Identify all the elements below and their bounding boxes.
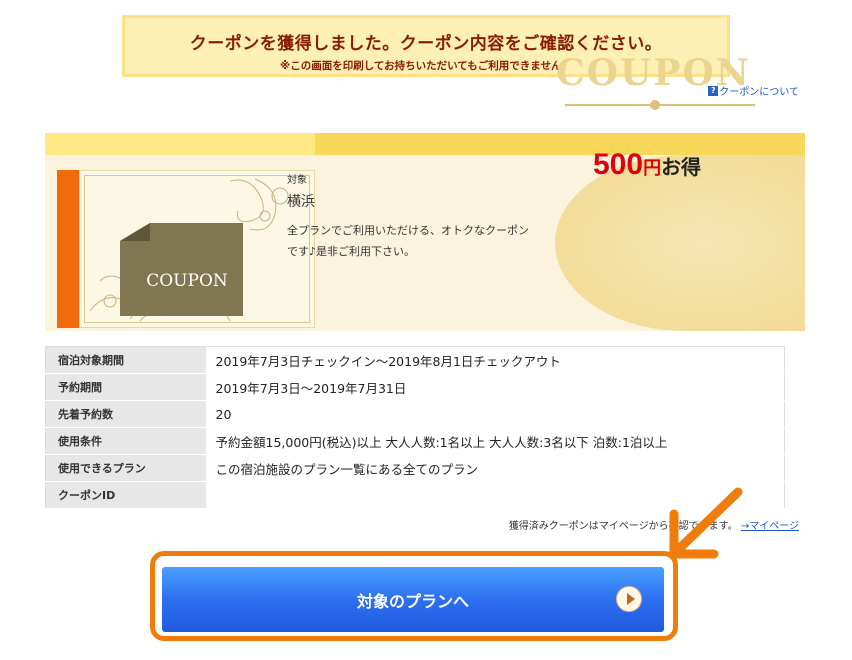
table-row: 使用できるプラン この宿泊施設のプラン一覧にある全てのプラン: [45, 454, 785, 482]
pointer-arrow-icon: [669, 487, 743, 559]
banner-title: クーポンを獲得しました。クーポン内容をご確認ください。: [189, 34, 663, 54]
coupon-image: COUPON: [79, 170, 315, 328]
row-value: 2019年7月3日チェックイン〜2019年8月1日チェックアウト: [205, 346, 785, 374]
coupon-info: 対象 横浜 全プランでご利用いただける、オトクなクーポンです♪是非ご利用下さい。: [287, 171, 537, 262]
row-value: 予約金額15,000円(税込)以上 大人人数:1名以上 大人人数:3名以下 泊数…: [205, 427, 785, 455]
target-plans-label: 対象のプランへ: [356, 591, 469, 611]
target-value: 横浜: [287, 194, 315, 210]
row-label: 使用条件: [45, 427, 206, 455]
row-value: 20: [205, 400, 785, 428]
watermark-divider: [565, 104, 755, 106]
coupon-description: 全プランでご利用いただける、オトクなクーポンです♪是非ご利用下さい。: [287, 224, 529, 258]
price-deal: お得: [661, 155, 702, 179]
row-label: 予約期間: [45, 373, 206, 401]
price-yen: 円: [643, 158, 662, 179]
play-icon: [616, 586, 642, 612]
table-row: 使用条件 予約金額15,000円(税込)以上 大人人数:1名以上 大人人数:3名…: [45, 427, 785, 455]
coupon-image-art: [89, 178, 289, 322]
mypage-note: 獲得済みクーポンはマイページから確認できます。 →マイページ: [509, 517, 799, 532]
row-label: 先着予約数: [45, 400, 206, 428]
row-value: 2019年7月3日〜2019年7月31日: [205, 373, 785, 401]
row-value: この宿泊施設のプラン一覧にある全てのプラン: [205, 454, 785, 482]
table-row: 予約期間 2019年7月3日〜2019年7月31日: [45, 373, 785, 401]
target-plans-button[interactable]: 対象のプランへ: [162, 567, 664, 632]
row-label: クーポンID: [45, 481, 206, 509]
coupon-watermark: COUPON: [556, 52, 751, 94]
row-label: 使用できるプラン: [45, 454, 206, 482]
coupon-card-accent: [57, 170, 79, 328]
price-amount: 500: [593, 148, 644, 181]
coupon-details-table: 宿泊対象期間 2019年7月3日チェックイン〜2019年8月1日チェックアウト …: [45, 346, 785, 509]
coupon-price: 500 円 お得: [593, 148, 701, 182]
row-label: 宿泊対象期間: [45, 346, 206, 374]
table-row: 宿泊対象期間 2019年7月3日チェックイン〜2019年8月1日チェックアウト: [45, 346, 785, 374]
watermark-dot: [650, 100, 660, 110]
table-row: 先着予約数 20: [45, 400, 785, 428]
coupon-image-text: COUPON: [146, 271, 228, 291]
target-label: 対象: [287, 175, 307, 186]
